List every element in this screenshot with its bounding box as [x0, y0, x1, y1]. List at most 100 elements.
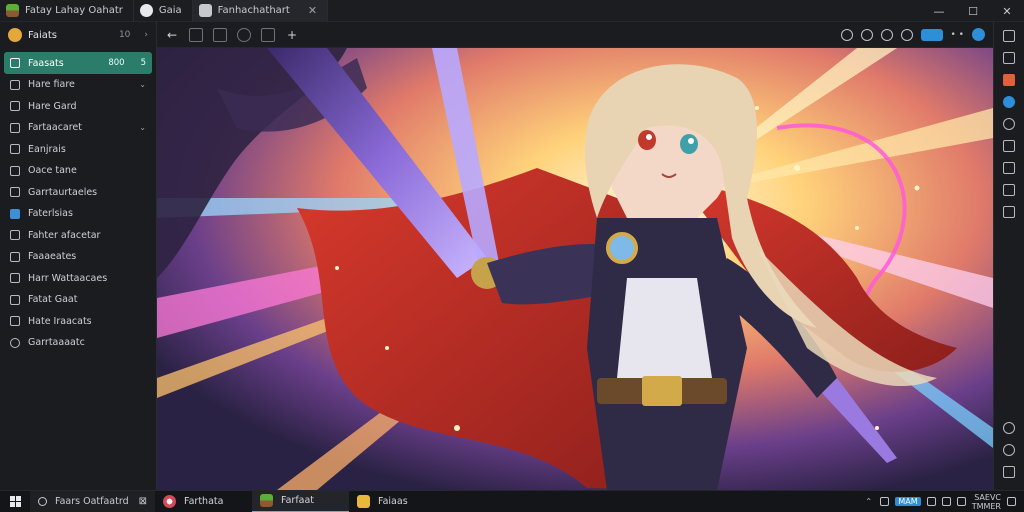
- sidebar-item-label: Hare Gard: [28, 100, 77, 112]
- sidebar-item[interactable]: Faasats 800 5: [4, 52, 152, 74]
- sidebar-item-label: Garrtaurtaeles: [28, 186, 98, 198]
- taskbar-item[interactable]: Farthata: [155, 491, 252, 512]
- search-icon[interactable]: [1003, 118, 1015, 130]
- share-button[interactable]: [920, 28, 943, 41]
- battery-icon[interactable]: [956, 497, 966, 506]
- tab-label: Fatay Lahay Oahatr: [25, 5, 123, 16]
- sidebar-item-label: Harr Wattaacaes: [28, 272, 108, 284]
- app-window: Fatay Lahay Oahatr Gaia Fanhachathart ✕ …: [0, 0, 1024, 512]
- tab-bar: Fatay Lahay Oahatr Gaia Fanhachathart ✕ …: [0, 0, 1024, 22]
- sidebar-item-label: Hate Iraacats: [28, 315, 92, 327]
- photo-icon[interactable]: [1003, 140, 1015, 152]
- folder-icon: [357, 495, 370, 508]
- more-icon[interactable]: • •: [951, 30, 964, 40]
- search-icon: [38, 497, 47, 506]
- notification-icon[interactable]: [1007, 497, 1016, 506]
- edge-icon[interactable]: [1003, 96, 1015, 108]
- anime-artwork-image: [157, 48, 993, 490]
- start-button[interactable]: [0, 491, 30, 512]
- tab-label: Fanhachathart: [217, 5, 290, 16]
- tab-photo[interactable]: Fanhachathart ✕: [192, 0, 329, 22]
- zoom-out-icon[interactable]: [840, 28, 853, 41]
- maximize-button[interactable]: ☐: [956, 0, 990, 22]
- sidebar-item[interactable]: Fatat Gaat: [4, 289, 152, 311]
- tools-icon: [10, 230, 20, 241]
- zoom-in-icon[interactable]: [860, 28, 873, 41]
- sidebar-item-badge: 800: [108, 58, 125, 68]
- search-placeholder: Faars Oatfaatrd: [55, 496, 129, 507]
- grid-icon: [10, 273, 20, 284]
- info-icon[interactable]: [900, 28, 913, 41]
- gear-icon[interactable]: [1003, 422, 1015, 434]
- rotate-icon[interactable]: [237, 27, 251, 42]
- widgets-icon[interactable]: ⊠: [139, 496, 147, 507]
- add-button[interactable]: +: [285, 28, 299, 42]
- account-icon[interactable]: [1003, 466, 1015, 478]
- office-icon[interactable]: [1003, 74, 1015, 86]
- sidebar-item[interactable]: Eanjrais: [4, 139, 152, 161]
- shield-icon: [10, 294, 20, 305]
- sidebar-item[interactable]: Fahter afacetar: [4, 225, 152, 247]
- sidebar-item[interactable]: Hare fiare ⌄: [4, 74, 152, 96]
- home-icon: [10, 79, 20, 90]
- taskbar-search[interactable]: Faars Oatfaatrd ⊠: [30, 490, 155, 512]
- chevron-down-icon[interactable]: ⌄: [139, 80, 146, 89]
- sidebar-item[interactable]: Garrtaurtaeles: [4, 182, 152, 204]
- wifi-icon[interactable]: [926, 497, 936, 506]
- sidebar-item[interactable]: Faaaeates: [4, 246, 152, 268]
- steam-icon: [139, 4, 153, 17]
- taskbar-item[interactable]: Faiaas: [349, 491, 446, 512]
- sidebar-item-label: Fatat Gaat: [28, 294, 78, 306]
- system-tray: ⌃ MAM SAEVC TMMER: [865, 493, 1024, 511]
- sidebar-item-label: Eanjrais: [28, 143, 66, 155]
- clock-date: TMMER: [971, 501, 1001, 511]
- close-tab-icon[interactable]: ✕: [308, 4, 317, 17]
- sidebar-item-label: Fahter afacetar: [28, 229, 101, 241]
- rail-bottom: [1003, 422, 1015, 490]
- card-icon: [10, 101, 20, 112]
- close-button[interactable]: ✕: [990, 0, 1024, 22]
- clock[interactable]: SAEVC TMMER: [972, 493, 1001, 511]
- sidebar-item[interactable]: Faterlsias: [4, 203, 152, 225]
- network-icon[interactable]: [880, 497, 890, 506]
- sidebar-item-label: Faaaeates: [28, 251, 77, 263]
- crop-icon[interactable]: [189, 27, 203, 42]
- calendar-icon[interactable]: [1003, 162, 1015, 174]
- clock-time: SAEVC: [974, 492, 1001, 502]
- chevron-down-icon[interactable]: ⌄: [139, 123, 146, 132]
- fit-icon[interactable]: [880, 28, 893, 41]
- account-icon[interactable]: [972, 28, 985, 41]
- frame-icon[interactable]: [213, 27, 227, 42]
- taskbar-item-label: Farthata: [184, 496, 224, 507]
- taskbar-item-label: Farfaat: [281, 495, 315, 506]
- sidebar-item[interactable]: Hare Gard: [4, 96, 152, 118]
- sidebar-item[interactable]: Oace tane: [4, 160, 152, 182]
- sidebar-item[interactable]: Hate Iraacats: [4, 311, 152, 333]
- sidebar-item[interactable]: Garrtaaaatc: [4, 332, 152, 354]
- folder-icon: [10, 58, 20, 68]
- sidebar-item[interactable]: Harr Wattaacaes: [4, 268, 152, 290]
- sidebar-item-label: Faasats: [28, 57, 64, 69]
- chevron-right-icon[interactable]: ›: [144, 30, 148, 40]
- taskbar-item[interactable]: Farfaat: [252, 490, 349, 512]
- minimize-button[interactable]: —: [922, 0, 956, 22]
- chevron-up-icon[interactable]: ⌃: [865, 497, 874, 506]
- image-canvas[interactable]: [157, 48, 993, 490]
- tab-gaia[interactable]: Gaia: [134, 0, 193, 22]
- windows-logo-icon: [9, 496, 21, 507]
- expand-icon[interactable]: [1003, 30, 1015, 42]
- note-icon[interactable]: [1003, 206, 1015, 218]
- edit-icon[interactable]: [261, 27, 275, 42]
- sidebar-item[interactable]: Fartaacaret ⌄: [4, 117, 152, 139]
- tray-label[interactable]: MAM: [895, 497, 921, 506]
- map-icon[interactable]: [1003, 184, 1015, 196]
- grid-icon[interactable]: [1003, 52, 1015, 64]
- chrome-icon: [163, 495, 176, 508]
- volume-icon[interactable]: [941, 497, 951, 506]
- tab-minecraft[interactable]: Fatay Lahay Oahatr: [0, 0, 134, 22]
- folder-icon: [10, 122, 20, 133]
- help-icon[interactable]: [1003, 444, 1015, 456]
- sidebar-title: Faiats: [28, 29, 57, 41]
- sidebar-item-label: Fartaacaret: [28, 122, 82, 134]
- back-button[interactable]: ←: [165, 28, 179, 42]
